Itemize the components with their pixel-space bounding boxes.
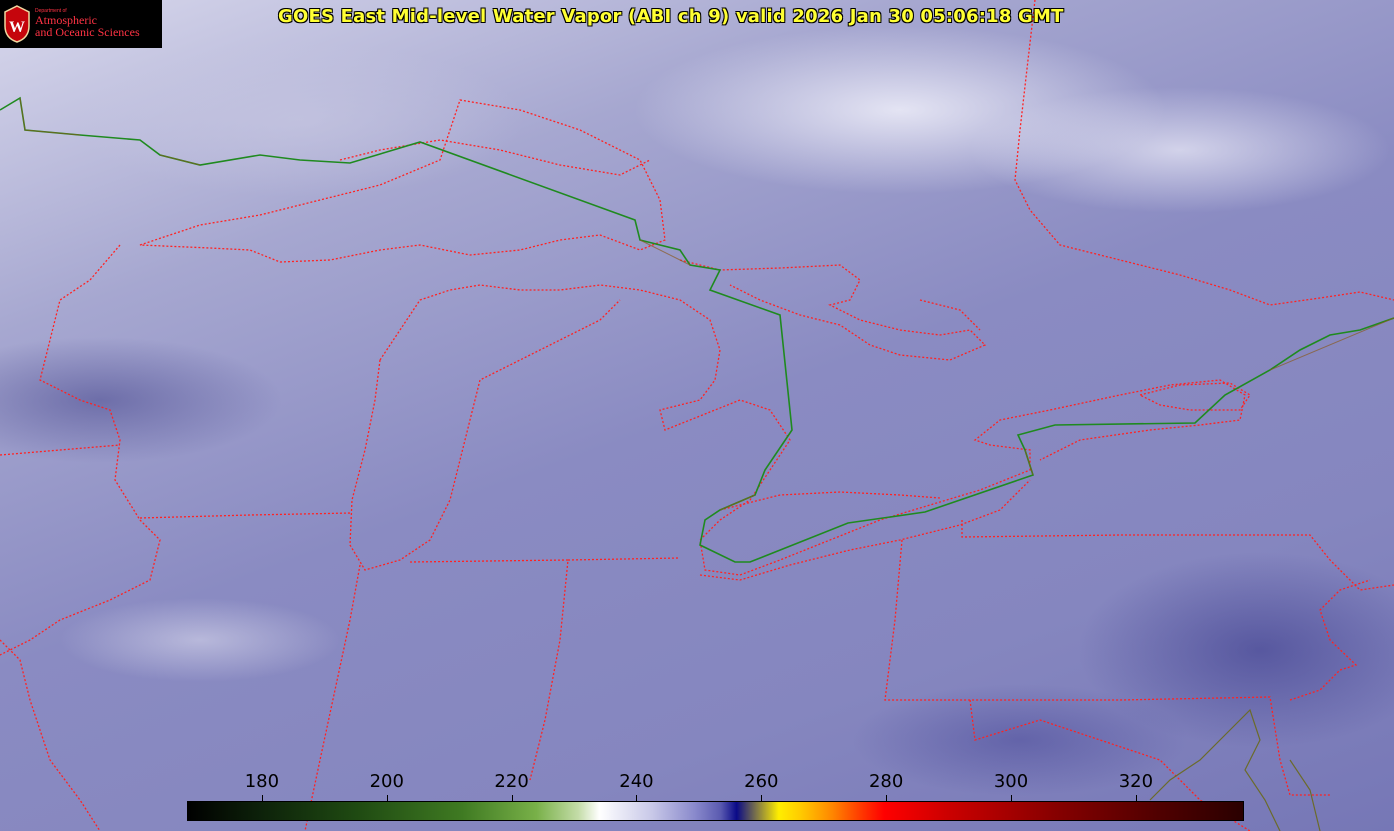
province-border-ontario-quebec [1014, 0, 1394, 306]
lake-huron-shoreline [679, 259, 987, 361]
uw-crest-icon: W [4, 5, 30, 43]
southeast-border [1289, 579, 1371, 701]
lake-superior-shoreline [139, 99, 666, 263]
state-border-in-oh [409, 559, 569, 781]
state-border-west [0, 244, 161, 656]
international-border [0, 96, 1394, 563]
state-border-iowa [0, 444, 121, 456]
lake-erie-north [719, 491, 941, 511]
logo-line-2: and Oceanic Sciences [35, 25, 140, 39]
state-border-ny-pa [961, 520, 1394, 591]
colorbar-tick-label: 300 [993, 771, 1029, 792]
lake-michigan-west-shore [349, 299, 621, 571]
border-shadow [19, 97, 1394, 511]
state-border-oh [567, 557, 681, 561]
colorbar-tick-label: 260 [744, 771, 779, 792]
colorbar-tick-label: 320 [1118, 771, 1154, 792]
colorbar-tick-label: 240 [619, 771, 654, 792]
image-title: GOES East Mid-level Water Vapor (ABI ch … [278, 6, 1064, 27]
colorbar-tick-label: 180 [244, 771, 280, 792]
colorbar-tick-label: 280 [868, 771, 904, 792]
state-border-wi-il [139, 512, 353, 519]
state-border-oh-pa [884, 539, 1330, 796]
colorbar-tick-label: 200 [369, 771, 404, 792]
colorbar [187, 801, 1244, 821]
lake-erie-shoreline [699, 479, 1031, 581]
colorbar-tick-label: 220 [494, 771, 529, 792]
map-overlay [0, 0, 1394, 831]
crest-letter: W [9, 19, 25, 36]
uw-aos-logo[interactable]: W Department of Atmospheric and Oceanic … [0, 0, 162, 48]
state-border-il-in [304, 564, 361, 831]
lake-michigan-shoreline [379, 284, 1246, 576]
georgian-bay [919, 299, 981, 331]
state-border-southwest [0, 639, 101, 831]
